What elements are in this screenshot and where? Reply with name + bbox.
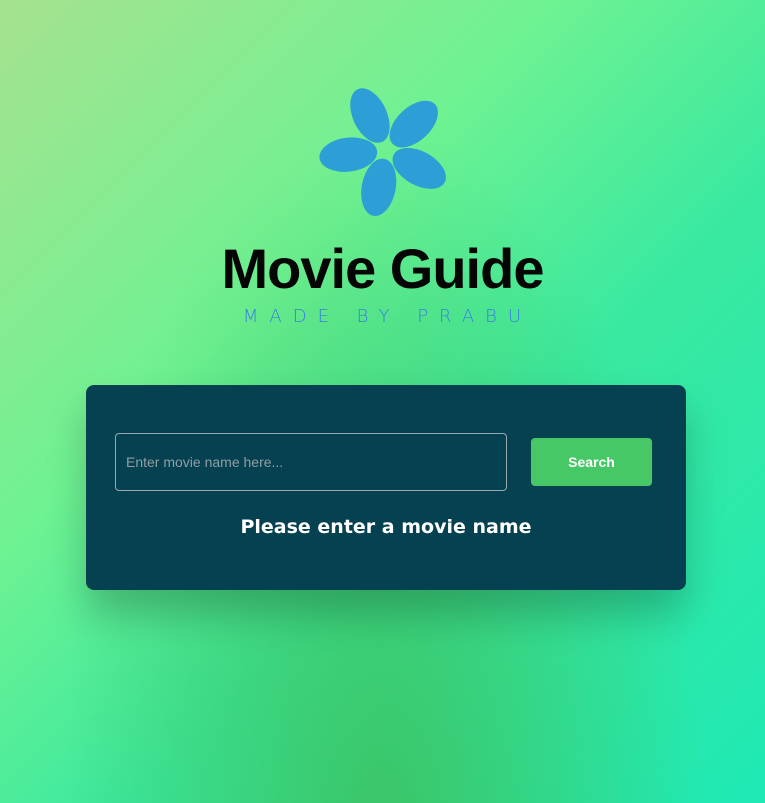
- search-input[interactable]: [115, 433, 507, 491]
- page-subtitle: MADE BY PRABU: [242, 306, 533, 327]
- page-title: Movie Guide: [221, 237, 545, 300]
- pinwheel-icon: [319, 88, 446, 216]
- search-card: Search Please enter a movie name: [86, 385, 686, 590]
- search-button[interactable]: Search: [531, 438, 652, 486]
- status-message: Please enter a movie name: [240, 516, 532, 538]
